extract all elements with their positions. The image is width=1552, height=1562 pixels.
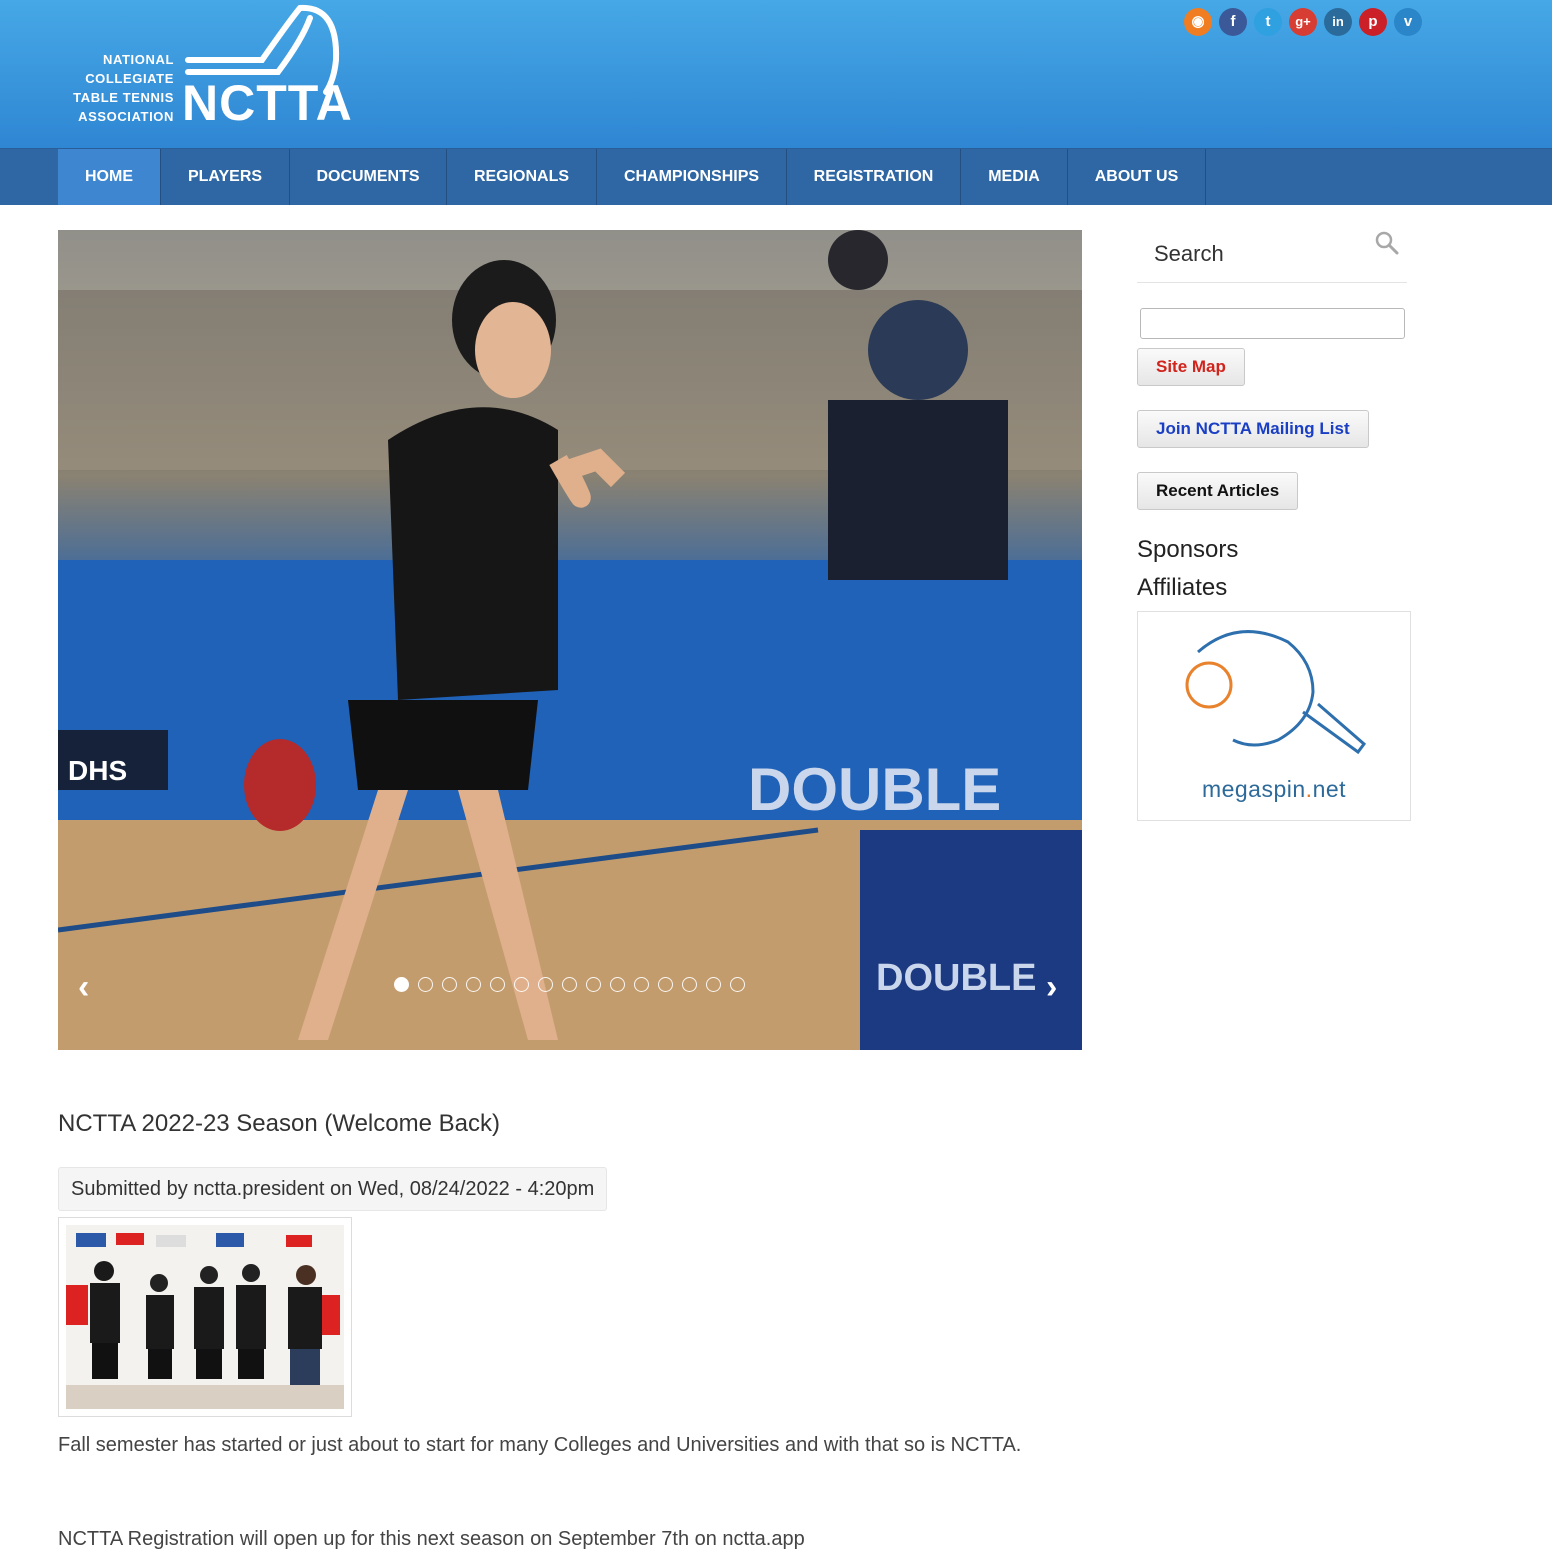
- slide-dot[interactable]: [418, 977, 433, 992]
- nav-registration[interactable]: REGISTRATION: [787, 149, 961, 205]
- logo-subtitle: NATIONAL COLLEGIATE TABLE TENNIS ASSOCIA…: [70, 50, 174, 126]
- facebook-icon[interactable]: f: [1219, 8, 1247, 36]
- slide-dot[interactable]: [514, 977, 529, 992]
- nctta-logo[interactable]: NATIONAL COLLEGIATE TABLE TENNIS ASSOCIA…: [70, 0, 353, 140]
- slide-dot[interactable]: [610, 977, 625, 992]
- main-nav: HOME PLAYERS DOCUMENTS REGIONALS CHAMPIO…: [0, 148, 1552, 205]
- slider-next-button[interactable]: ›: [1046, 970, 1057, 1004]
- search-heading: Search: [1154, 241, 1224, 266]
- slide-dot[interactable]: [490, 977, 505, 992]
- article-image[interactable]: [58, 1217, 352, 1417]
- table-brand-text: DHS: [68, 755, 127, 786]
- slide-dot[interactable]: [706, 977, 721, 992]
- team-photo: [66, 1225, 344, 1409]
- slide-dot[interactable]: [394, 977, 409, 992]
- megaspin-dot: .: [1305, 776, 1313, 802]
- logo-line-4: ASSOCIATION: [78, 109, 174, 124]
- submitted-meta: Submitted by nctta.president on Wed, 08/…: [58, 1167, 608, 1211]
- logo-line-2: COLLEGIATE: [85, 71, 174, 86]
- banner-text-2: DOUBLE: [876, 957, 1036, 999]
- affiliates-heading: Affiliates: [1137, 574, 1228, 601]
- divider: [1137, 282, 1407, 283]
- megaspin-name: megaspin: [1201, 776, 1306, 802]
- slide-dot[interactable]: [730, 977, 745, 992]
- megaspin-logo-icon: [1185, 630, 1367, 755]
- nav-players[interactable]: PLAYERS: [161, 149, 290, 205]
- logo-line-1: NATIONAL: [103, 52, 174, 67]
- search-icon[interactable]: [1374, 230, 1400, 256]
- article-paragraph: Fall semester has started or just about …: [58, 1434, 1022, 1456]
- mailing-list-button[interactable]: Join NCTTA Mailing List: [1137, 410, 1369, 448]
- site-header: NATIONAL COLLEGIATE TABLE TENNIS ASSOCIA…: [0, 0, 1552, 148]
- logo-line-3: TABLE TENNIS: [73, 90, 174, 105]
- slide-dot[interactable]: [634, 977, 649, 992]
- google-plus-icon[interactable]: g+: [1289, 8, 1317, 36]
- slide-photo: DOUBLE DOUBLE DHS: [58, 230, 1082, 1050]
- vimeo-icon[interactable]: v: [1394, 8, 1422, 36]
- slide-dot[interactable]: [538, 977, 553, 992]
- slide-dot[interactable]: [586, 977, 601, 992]
- banner-text: DOUBLE: [748, 756, 1001, 823]
- slider-prev-button[interactable]: ‹: [78, 970, 89, 1004]
- article-paragraph: NCTTA Registration will open up for this…: [58, 1528, 805, 1550]
- megaspin-tld: net: [1312, 776, 1347, 802]
- nav-regionals[interactable]: REGIONALS: [447, 149, 597, 205]
- nav-media[interactable]: MEDIA: [961, 149, 1068, 205]
- site-map-button[interactable]: Site Map: [1137, 348, 1245, 386]
- sponsors-heading: Sponsors: [1137, 536, 1239, 563]
- slide-dot[interactable]: [562, 977, 577, 992]
- slide-dot[interactable]: [466, 977, 481, 992]
- hero-slider[interactable]: DOUBLE DOUBLE DHS ‹ ›: [58, 230, 1082, 1050]
- nav-championships[interactable]: CHAMPIONSHIPS: [597, 149, 787, 205]
- nav-documents[interactable]: DOCUMENTS: [290, 149, 447, 205]
- article-title[interactable]: NCTTA 2022-23 Season (Welcome Back): [58, 1110, 500, 1138]
- megaspin-label: megaspin.net: [1138, 776, 1410, 803]
- slide-dot[interactable]: [682, 977, 697, 992]
- megaspin-affiliate-link[interactable]: megaspin.net: [1137, 611, 1411, 821]
- social-links: ◉ f t g+ in p v: [1184, 8, 1424, 38]
- twitter-icon[interactable]: t: [1254, 8, 1282, 36]
- slider-pager: [394, 977, 754, 993]
- pinterest-icon[interactable]: p: [1359, 8, 1387, 36]
- logo-wordmark: NCTTA: [182, 75, 353, 131]
- slide-dot[interactable]: [442, 977, 457, 992]
- slide-dot[interactable]: [658, 977, 673, 992]
- search-input[interactable]: [1140, 308, 1405, 339]
- rss-icon[interactable]: ◉: [1184, 8, 1212, 36]
- linkedin-icon[interactable]: in: [1324, 8, 1352, 36]
- recent-articles-button[interactable]: Recent Articles: [1137, 472, 1299, 510]
- nav-about-us[interactable]: ABOUT US: [1068, 149, 1206, 205]
- nav-home[interactable]: HOME: [58, 149, 161, 205]
